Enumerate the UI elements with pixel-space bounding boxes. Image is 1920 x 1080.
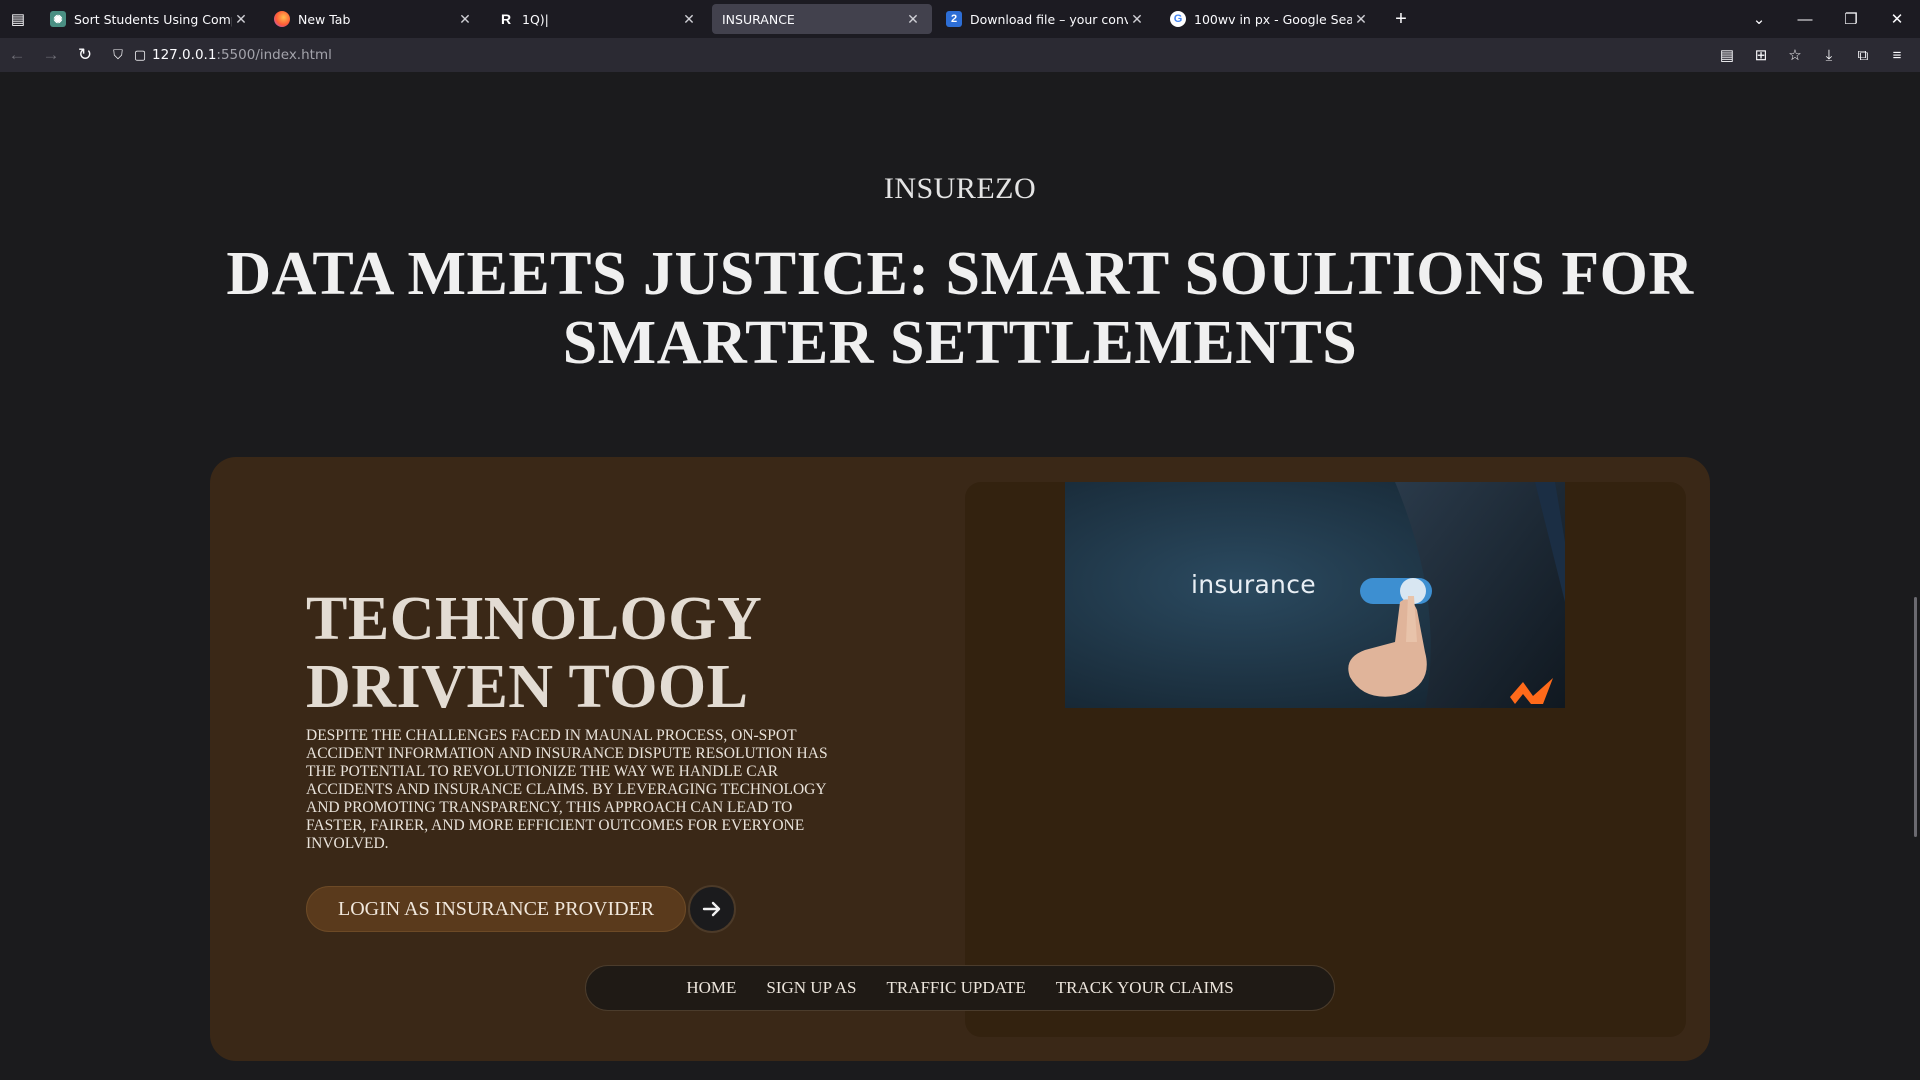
close-icon[interactable]: ✕ — [1352, 11, 1370, 28]
window-controls: ⌄ — ❐ ✕ — [1736, 0, 1920, 38]
url-host: 127.0.0.1 — [152, 47, 217, 63]
page-content: INSUREZO DATA MEETS JUSTICE: SMART SOULT… — [0, 72, 1920, 1080]
tab-list-icon[interactable]: ▤ — [0, 0, 36, 38]
hero-headline: DATA MEETS JUSTICE: SMART SOULTIONS FOR … — [226, 240, 1694, 377]
reload-icon[interactable]: ↻ — [68, 38, 102, 72]
url-bar[interactable]: ⛉ ▢ 127.0.0.1:5500/index.html — [108, 41, 1710, 69]
tab-title: 1Q)| — [522, 11, 549, 27]
nav-track-claims-link[interactable]: TRACK YOUR CLAIMS — [1056, 978, 1234, 998]
forward-icon[interactable]: → — [34, 38, 68, 72]
feature-media-panel: insurance — [965, 482, 1686, 1037]
translate-icon[interactable]: ⊞ — [1744, 46, 1778, 64]
image-caption: insurance — [1191, 570, 1316, 599]
close-icon[interactable]: ✕ — [904, 11, 922, 28]
download-icon[interactable]: ⤓ — [1812, 47, 1846, 64]
tab-0[interactable]: ✺ Sort Students Using Comparato ✕ — [40, 4, 260, 34]
tab-1[interactable]: New Tab ✕ — [264, 4, 484, 34]
feature-description: DESPITE THE CHALLENGES FACED IN MAUNAL P… — [306, 727, 828, 852]
feature-title: TECHNOLOGY DRIVEN TOOL — [306, 585, 866, 721]
bottom-nav: HOME SIGN UP AS TRAFFIC UPDATE TRACK YOU… — [585, 965, 1335, 1011]
tab-title: Sort Students Using Comparato — [74, 11, 232, 27]
nav-sign-up-link[interactable]: SIGN UP AS — [766, 978, 856, 998]
page-icon[interactable]: ▢ — [130, 48, 150, 63]
tab-title: 100wv in px - Google Search — [1194, 11, 1352, 27]
tab-3[interactable]: INSURANCE ✕ — [712, 4, 932, 34]
close-icon[interactable]: ✕ — [1128, 11, 1146, 28]
chevron-down-icon[interactable]: ⌄ — [1736, 10, 1782, 28]
replit-icon: R — [500, 11, 512, 27]
tab-5[interactable]: G 100wv in px - Google Search ✕ — [1160, 4, 1380, 34]
feature-title-line-1: TECHNOLOGY — [306, 585, 763, 653]
convert-icon: 2 — [946, 11, 962, 27]
close-window-icon[interactable]: ✕ — [1874, 10, 1920, 28]
url-path: :5500/index.html — [216, 47, 332, 63]
close-icon[interactable]: ✕ — [232, 11, 250, 28]
browser-nav-bar: ← → ↻ ⛉ ▢ 127.0.0.1:5500/index.html ▤ ⊞ … — [0, 38, 1920, 72]
shield-icon[interactable]: ⛉ — [108, 48, 128, 63]
minimize-icon[interactable]: — — [1782, 11, 1828, 28]
menu-icon[interactable]: ≡ — [1880, 47, 1914, 64]
cta-row: LOGIN AS INSURANCE PROVIDER — [306, 885, 737, 933]
google-icon: G — [1170, 11, 1186, 27]
tab-title: New Tab — [298, 11, 351, 27]
brand-title: INSUREZO — [883, 172, 1037, 205]
nav-home-link[interactable]: HOME — [686, 978, 736, 998]
tab-2[interactable]: R 1Q)| ✕ — [488, 4, 708, 34]
extensions-icon[interactable]: ⧉ — [1846, 47, 1880, 64]
tab-title: INSURANCE — [722, 11, 795, 27]
browser-tab-bar: ▤ ✺ Sort Students Using Comparato ✕ New … — [0, 0, 1920, 38]
reader-view-icon[interactable]: ▤ — [1710, 46, 1744, 64]
feature-text: TECHNOLOGY DRIVEN TOOL DESPITE THE CHALL… — [306, 585, 866, 853]
nav-traffic-update-link[interactable]: TRAFFIC UPDATE — [886, 978, 1025, 998]
back-icon[interactable]: ← — [0, 38, 34, 72]
feature-title-line-2: DRIVEN TOOL — [306, 653, 749, 721]
insurance-image: insurance — [1065, 482, 1565, 708]
feature-card: TECHNOLOGY DRIVEN TOOL DESPITE THE CHALL… — [210, 457, 1710, 1061]
chatgpt-icon: ✺ — [50, 11, 66, 27]
restore-icon[interactable]: ❐ — [1828, 10, 1874, 28]
bookmark-star-icon[interactable]: ☆ — [1778, 46, 1812, 64]
tab-title: Download file – your conversio — [970, 11, 1128, 27]
close-icon[interactable]: ✕ — [456, 11, 474, 28]
arrow-right-icon[interactable] — [688, 885, 737, 933]
scrollbar[interactable] — [1914, 597, 1917, 837]
close-icon[interactable]: ✕ — [680, 11, 698, 28]
firefox-icon — [274, 11, 290, 27]
login-insurance-provider-button[interactable]: LOGIN AS INSURANCE PROVIDER — [306, 886, 687, 932]
new-tab-icon[interactable]: + — [1386, 4, 1416, 34]
tab-4[interactable]: 2 Download file – your conversio ✕ — [936, 4, 1156, 34]
